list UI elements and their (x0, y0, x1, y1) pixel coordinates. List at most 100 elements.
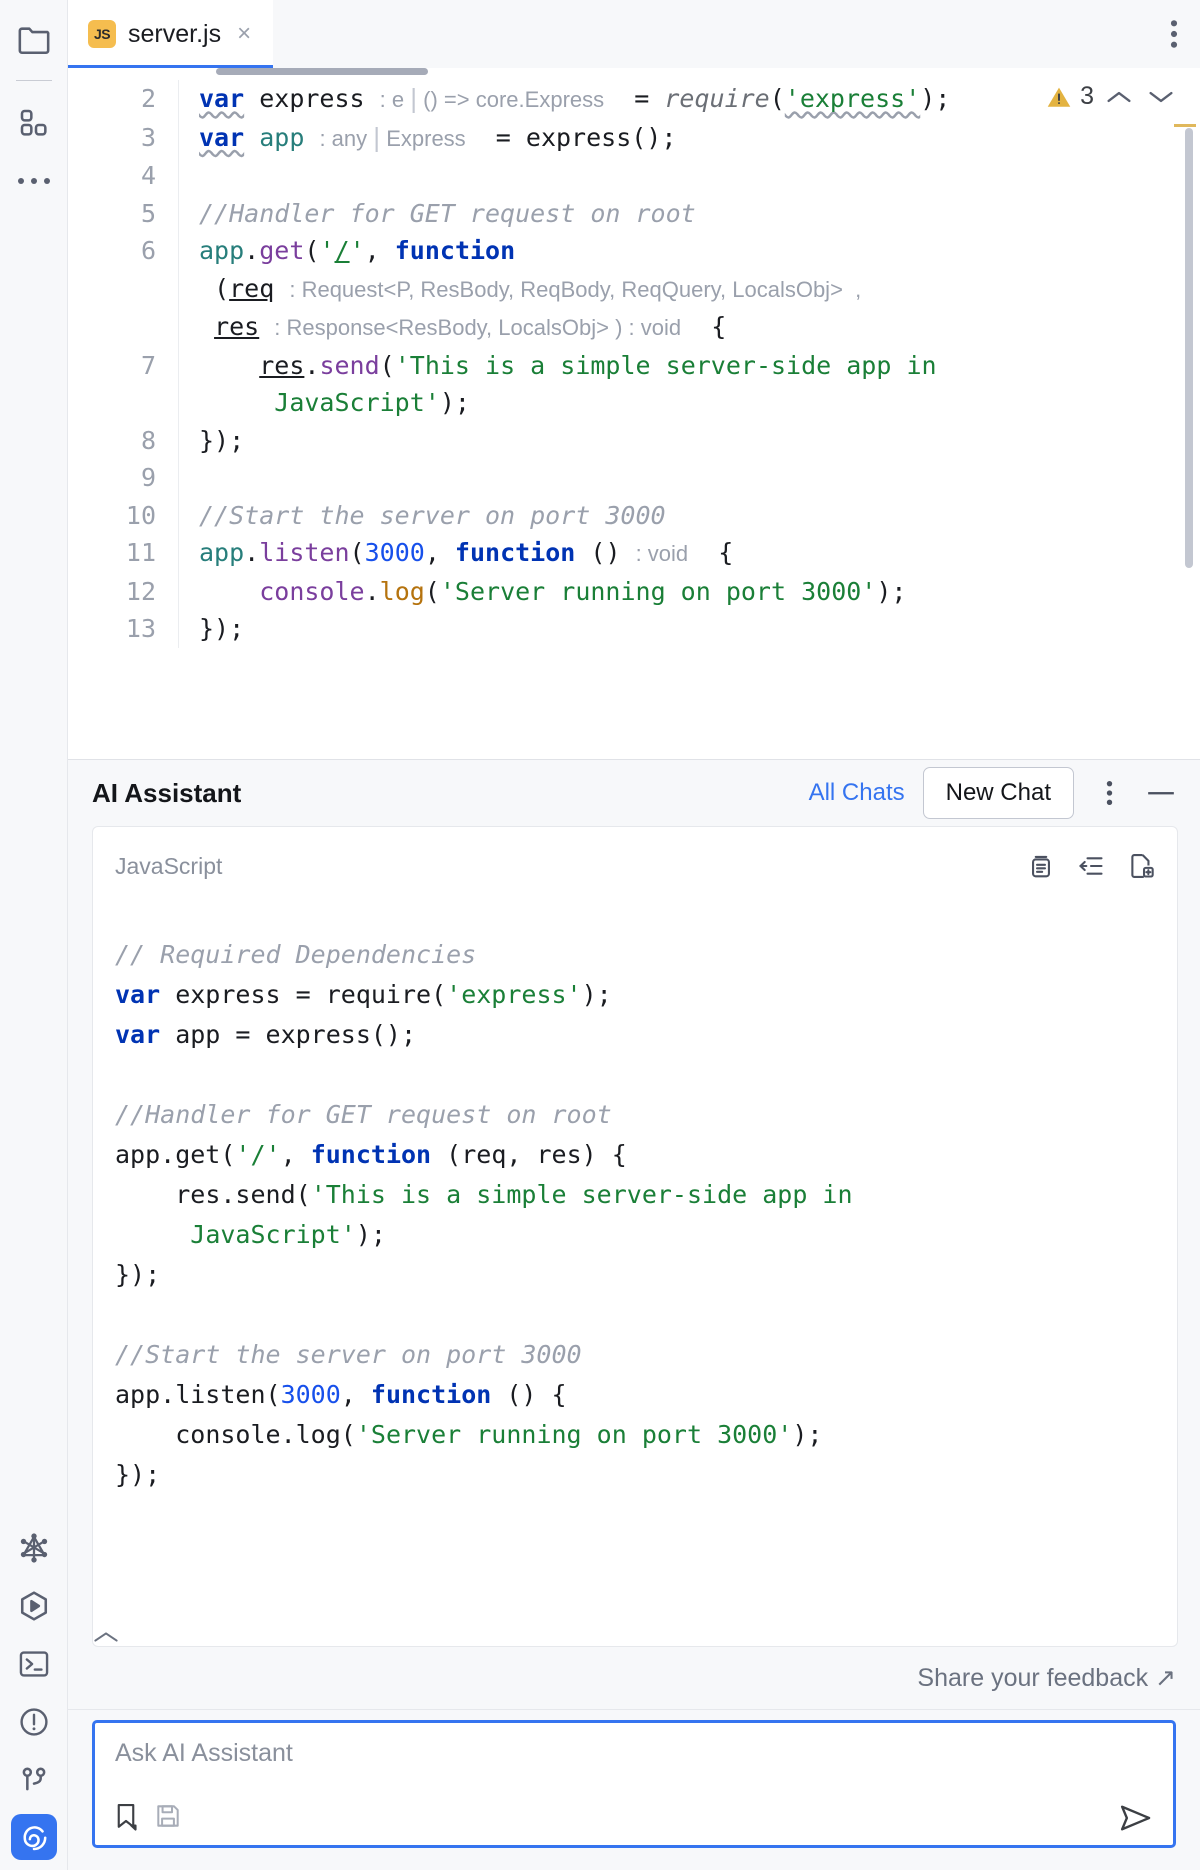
snippet-line: var app = express(); (115, 1020, 417, 1049)
more-dots-icon (17, 178, 50, 184)
chevron-up-icon[interactable] (93, 1630, 1177, 1644)
input-tool-row (113, 1801, 181, 1831)
ai-input-container: Ask AI Assistant (68, 1709, 1200, 1870)
line-number: 4 (140, 161, 156, 190)
new-chat-button[interactable]: New Chat (922, 767, 1074, 819)
send-icon[interactable] (1119, 1803, 1153, 1833)
blocks-icon (18, 107, 50, 139)
snippet-line (115, 1300, 130, 1329)
token-method: log (379, 576, 425, 606)
code-line: 2 var express : e|() => core.Express = re… (68, 80, 1200, 119)
code-editor[interactable]: 3 2 var express : e|() => core.Express = … (68, 68, 1200, 760)
horizontal-scrollbar[interactable] (216, 68, 428, 75)
token-param-req: req (229, 273, 275, 303)
token-string-cont: JavaScript' (274, 388, 440, 417)
git-branch-icon (18, 1764, 50, 1796)
snippet-line: }); (115, 1260, 161, 1289)
close-icon[interactable]: × (233, 22, 255, 46)
snippet-line: JavaScript'); (190, 1220, 386, 1249)
panel-options-icon[interactable] (1092, 776, 1126, 810)
line-number: 13 (125, 614, 156, 643)
new-file-icon[interactable] (1127, 852, 1155, 880)
floppy-disk-icon[interactable] (155, 1803, 181, 1829)
inspection-widget[interactable]: 3 (1046, 82, 1178, 111)
gutter-divider (178, 384, 179, 422)
token-string: '/' (319, 236, 365, 265)
share-feedback-link[interactable]: Share your feedback ↗ (917, 1663, 1176, 1693)
insert-icon[interactable] (1077, 852, 1105, 880)
inlay-separator: | (406, 84, 422, 113)
editor-tab-bar: JS server.js × (68, 0, 1200, 68)
token-function-keyword: function (454, 538, 576, 567)
all-chats-link[interactable]: All Chats (809, 779, 905, 807)
code-line: 11 app.listen(3000, function () : void { (68, 534, 1200, 573)
sidebar-item-terminal[interactable] (10, 1640, 58, 1688)
line-content: //Handler for GET request on root (199, 198, 696, 228)
token-brace: { (718, 538, 734, 567)
snippet-line: // Required Dependencies (115, 940, 477, 969)
bookmark-icon[interactable] (113, 1801, 139, 1831)
line-content: (req : Request<P, ResBody, ReqBody, ReqQ… (199, 270, 1200, 309)
gutter-divider (178, 118, 179, 157)
chevron-up-icon[interactable] (1102, 89, 1136, 105)
snippet-language-label: JavaScript (115, 852, 223, 879)
minimize-icon[interactable] (1144, 776, 1178, 810)
line-number: 10 (125, 500, 156, 530)
line-number: 11 (125, 538, 156, 567)
line-content: app.listen(3000, function () : void { (199, 534, 1200, 573)
line-number: 6 (140, 236, 156, 265)
panel-title: AI Assistant (92, 777, 242, 808)
terminal-icon (18, 1649, 50, 1679)
sidebar-item-version-control[interactable] (10, 1756, 58, 1804)
inlay-separator: | (369, 122, 385, 152)
sidebar-item-project[interactable] (10, 16, 58, 64)
code-snippet-card: JavaScript // Required Dependencies var … (92, 826, 1178, 1647)
chevron-down-icon[interactable] (1144, 89, 1178, 105)
ai-swirl-icon (18, 1821, 50, 1853)
inspection-count: 3 (1080, 82, 1094, 110)
code-line: 3 var app : any|Express = express(); (68, 118, 1200, 157)
gutter-divider (178, 194, 179, 232)
editor-options-icon[interactable] (1170, 19, 1178, 49)
token-method: get (259, 236, 305, 265)
token-tail: ); (920, 84, 951, 113)
ai-prompt-box[interactable]: Ask AI Assistant (92, 1720, 1176, 1848)
tab-server-js[interactable]: JS server.js × (68, 0, 274, 68)
ai-input-placeholder: Ask AI Assistant (115, 1739, 293, 1767)
sidebar-item-structure[interactable] (10, 99, 58, 147)
gutter-divider (178, 534, 179, 573)
token-comma: , (364, 236, 395, 265)
gutter-divider (178, 421, 179, 459)
token-object: app (199, 538, 245, 567)
inlay-signature-hint: Express (386, 125, 466, 151)
line-content: res.send('This is a simple server-side a… (199, 347, 1200, 385)
token-paren: ( (379, 350, 395, 380)
code-line: 7 res.send('This is a simple server-side… (68, 346, 1200, 385)
copy-icon[interactable] (1027, 852, 1055, 880)
token-identifier: app (259, 122, 305, 152)
snippet-line: console.log('Server running on port 3000… (115, 1420, 823, 1449)
main-area: JS server.js × 3 2 var express: e|() =>… (68, 0, 1200, 1870)
line-content: }); (199, 425, 245, 455)
gutter-divider (178, 308, 179, 347)
sidebar-item-more[interactable] (10, 157, 58, 205)
warning-triangle-icon (1046, 85, 1072, 109)
token-method: listen (259, 538, 350, 567)
sidebar-item-run[interactable] (10, 1582, 58, 1630)
token-dot: . (244, 538, 260, 567)
code-line: 9 (68, 459, 1200, 497)
sidebar-item-problems[interactable] (10, 1698, 58, 1746)
code-line: 12 console.log('Server running on port 3… (68, 572, 1200, 610)
snippet-line: app.listen(3000, function () { (115, 1380, 567, 1409)
sidebar-item-ai-assistant[interactable] (10, 1814, 57, 1860)
snippet-line: app.get('/', function (req, res) { (115, 1140, 627, 1169)
token-operator: = (634, 84, 650, 113)
token-res: res (259, 350, 305, 380)
token-tail: ); (876, 576, 907, 606)
sidebar-item-graphql[interactable] (10, 1524, 58, 1572)
snippet-line: //Start the server on port 3000 (115, 1340, 582, 1369)
code-content: 2 var express : e|() => core.Express = re… (68, 68, 1200, 648)
token-comma: , (424, 538, 455, 567)
vertical-scrollbar[interactable] (1185, 128, 1193, 568)
token-identifier: express (259, 84, 365, 113)
